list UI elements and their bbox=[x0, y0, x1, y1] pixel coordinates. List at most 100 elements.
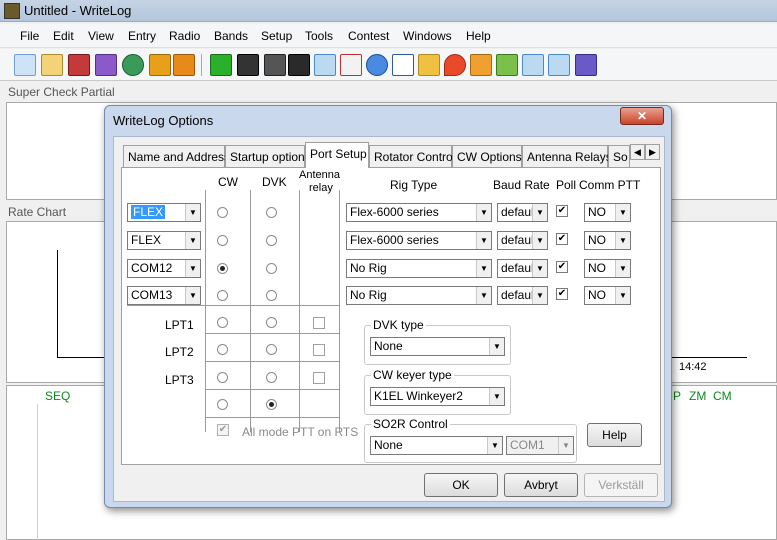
rig-type-select-2[interactable]: Flex-6000 series ▼ bbox=[346, 231, 492, 250]
menu-setup[interactable]: Setup bbox=[261, 29, 292, 43]
save-icon[interactable] bbox=[68, 54, 90, 76]
dvk-type-select[interactable]: None ▼ bbox=[370, 337, 505, 356]
port-select-3[interactable]: COM12 ▼ bbox=[127, 259, 201, 278]
cw-radio-2[interactable] bbox=[217, 235, 228, 246]
dvk-radio-1[interactable] bbox=[266, 207, 277, 218]
baud-rate-select-3[interactable]: default ▼ bbox=[497, 259, 548, 278]
chevron-down-icon: ▼ bbox=[615, 260, 630, 277]
tab-rotator-control[interactable]: Rotator Control bbox=[369, 145, 455, 167]
grid-line bbox=[205, 333, 339, 334]
tab-port-setup[interactable]: Port Setup bbox=[305, 142, 369, 168]
port-select-1[interactable]: FLEX ▼ bbox=[127, 203, 201, 222]
tab-scroll-right-icon[interactable]: ▶ bbox=[645, 144, 660, 160]
dvk-radio-3[interactable] bbox=[266, 263, 277, 274]
operator-icon[interactable] bbox=[522, 54, 544, 76]
compass-icon[interactable] bbox=[366, 54, 388, 76]
ssb-icon[interactable] bbox=[288, 54, 310, 76]
bar-chart-icon[interactable] bbox=[314, 54, 336, 76]
options-dialog: WriteLog Options ✕ Name and Address Star… bbox=[104, 105, 672, 508]
map-pin-icon[interactable] bbox=[444, 54, 466, 76]
column-header-relay: relay bbox=[309, 182, 333, 194]
comm-ptt-select-2[interactable]: NO ▼ bbox=[584, 231, 631, 250]
lpt3-relay-checkbox[interactable] bbox=[313, 372, 325, 384]
extra-dvk-radio[interactable] bbox=[266, 399, 277, 410]
menu-bar: File Edit View Entry Radio Bands Setup T… bbox=[0, 24, 777, 48]
menu-bands[interactable]: Bands bbox=[214, 29, 248, 43]
tab-cw-options[interactable]: CW Options bbox=[452, 145, 522, 167]
globe-icon[interactable] bbox=[122, 54, 144, 76]
calendar-icon[interactable] bbox=[340, 54, 362, 76]
comm-ptt-select-3[interactable]: NO ▼ bbox=[584, 259, 631, 278]
close-button[interactable]: ✕ bbox=[620, 107, 664, 125]
lpt1-cw-radio[interactable] bbox=[217, 317, 228, 328]
key-icon[interactable] bbox=[149, 54, 171, 76]
comm-ptt-select-4[interactable]: NO ▼ bbox=[584, 286, 631, 305]
hat-icon[interactable] bbox=[470, 54, 492, 76]
tab-scroll-left-icon[interactable]: ◀ bbox=[630, 144, 645, 160]
grid-line bbox=[127, 305, 339, 306]
chat-icon[interactable] bbox=[575, 54, 597, 76]
so2r-control-select[interactable]: None ▼ bbox=[370, 436, 503, 455]
tab-name-and-address[interactable]: Name and Address bbox=[123, 145, 230, 167]
rig-type-select-1[interactable]: Flex-6000 series ▼ bbox=[346, 203, 492, 222]
search-log-icon[interactable] bbox=[548, 54, 570, 76]
pencil-icon[interactable] bbox=[418, 54, 440, 76]
dvk-radio-4[interactable] bbox=[266, 290, 277, 301]
omega-icon[interactable] bbox=[95, 54, 117, 76]
poll-checkbox-3[interactable]: ✔ bbox=[556, 261, 568, 273]
help-button[interactable]: Help bbox=[587, 423, 642, 447]
menu-radio[interactable]: Radio bbox=[169, 29, 200, 43]
lpt3-dvk-radio[interactable] bbox=[266, 372, 277, 383]
all-mode-ptt-checkbox[interactable]: ✔ bbox=[217, 424, 229, 436]
extra-cw-radio[interactable] bbox=[217, 399, 228, 410]
port-select-3-value: COM12 bbox=[131, 261, 173, 275]
rig-type-select-3[interactable]: No Rig ▼ bbox=[346, 259, 492, 278]
list-icon[interactable] bbox=[392, 54, 414, 76]
new-icon[interactable] bbox=[14, 54, 36, 76]
menu-tools[interactable]: Tools bbox=[305, 29, 333, 43]
briefcase-icon[interactable] bbox=[173, 54, 195, 76]
menu-help[interactable]: Help bbox=[466, 29, 491, 43]
baud-rate-select-4[interactable]: default ▼ bbox=[497, 286, 548, 305]
baud-rate-select-1[interactable]: default ▼ bbox=[497, 203, 548, 222]
comm-ptt-select-1[interactable]: NO ▼ bbox=[584, 203, 631, 222]
lpt2-cw-radio[interactable] bbox=[217, 344, 228, 355]
menu-windows[interactable]: Windows bbox=[403, 29, 452, 43]
cw-radio-3[interactable] bbox=[217, 263, 228, 274]
so2r-port-select[interactable]: COM1 ▼ bbox=[506, 436, 574, 455]
tab-so2r[interactable]: So bbox=[608, 145, 630, 167]
menu-file[interactable]: File bbox=[20, 29, 39, 43]
arrows-icon[interactable] bbox=[264, 54, 286, 76]
poll-checkbox-4[interactable]: ✔ bbox=[556, 288, 568, 300]
crosshair-icon[interactable] bbox=[210, 54, 232, 76]
menu-view[interactable]: View bbox=[88, 29, 114, 43]
chevrons-icon[interactable] bbox=[496, 54, 518, 76]
ok-button[interactable]: OK bbox=[424, 473, 498, 497]
lpt3-cw-radio[interactable] bbox=[217, 372, 228, 383]
cancel-button[interactable]: Avbryt bbox=[504, 473, 578, 497]
lpt1-relay-checkbox[interactable] bbox=[313, 317, 325, 329]
cw-radio-1[interactable] bbox=[217, 207, 228, 218]
open-icon[interactable] bbox=[41, 54, 63, 76]
menu-edit[interactable]: Edit bbox=[53, 29, 74, 43]
lpt2-relay-checkbox[interactable] bbox=[313, 344, 325, 356]
cw-radio-4[interactable] bbox=[217, 290, 228, 301]
tab-antenna-relays[interactable]: Antenna Relays bbox=[522, 145, 612, 167]
rig-type-select-4[interactable]: No Rig ▼ bbox=[346, 286, 492, 305]
band-label-zm: ZM bbox=[689, 389, 707, 403]
poll-checkbox-2[interactable]: ✔ bbox=[556, 233, 568, 245]
menu-contest[interactable]: Contest bbox=[348, 29, 389, 43]
port-select-4[interactable]: COM13 ▼ bbox=[127, 286, 201, 305]
apply-button[interactable]: Verkställ bbox=[584, 473, 658, 497]
cw-keyer-select[interactable]: K1EL Winkeyer2 ▼ bbox=[370, 387, 505, 406]
menu-entry[interactable]: Entry bbox=[128, 29, 156, 43]
dvk-radio-2[interactable] bbox=[266, 235, 277, 246]
lpt2-dvk-radio[interactable] bbox=[266, 344, 277, 355]
poll-checkbox-1[interactable]: ✔ bbox=[556, 205, 568, 217]
lpt1-dvk-radio[interactable] bbox=[266, 317, 277, 328]
port-select-2[interactable]: FLEX ▼ bbox=[127, 231, 201, 250]
tab-startup-options[interactable]: Startup options bbox=[225, 145, 311, 167]
grid-icon[interactable] bbox=[237, 54, 259, 76]
cw-keyer-group: CW keyer type K1EL Winkeyer2 ▼ bbox=[364, 368, 511, 415]
baud-rate-select-2[interactable]: default ▼ bbox=[497, 231, 548, 250]
